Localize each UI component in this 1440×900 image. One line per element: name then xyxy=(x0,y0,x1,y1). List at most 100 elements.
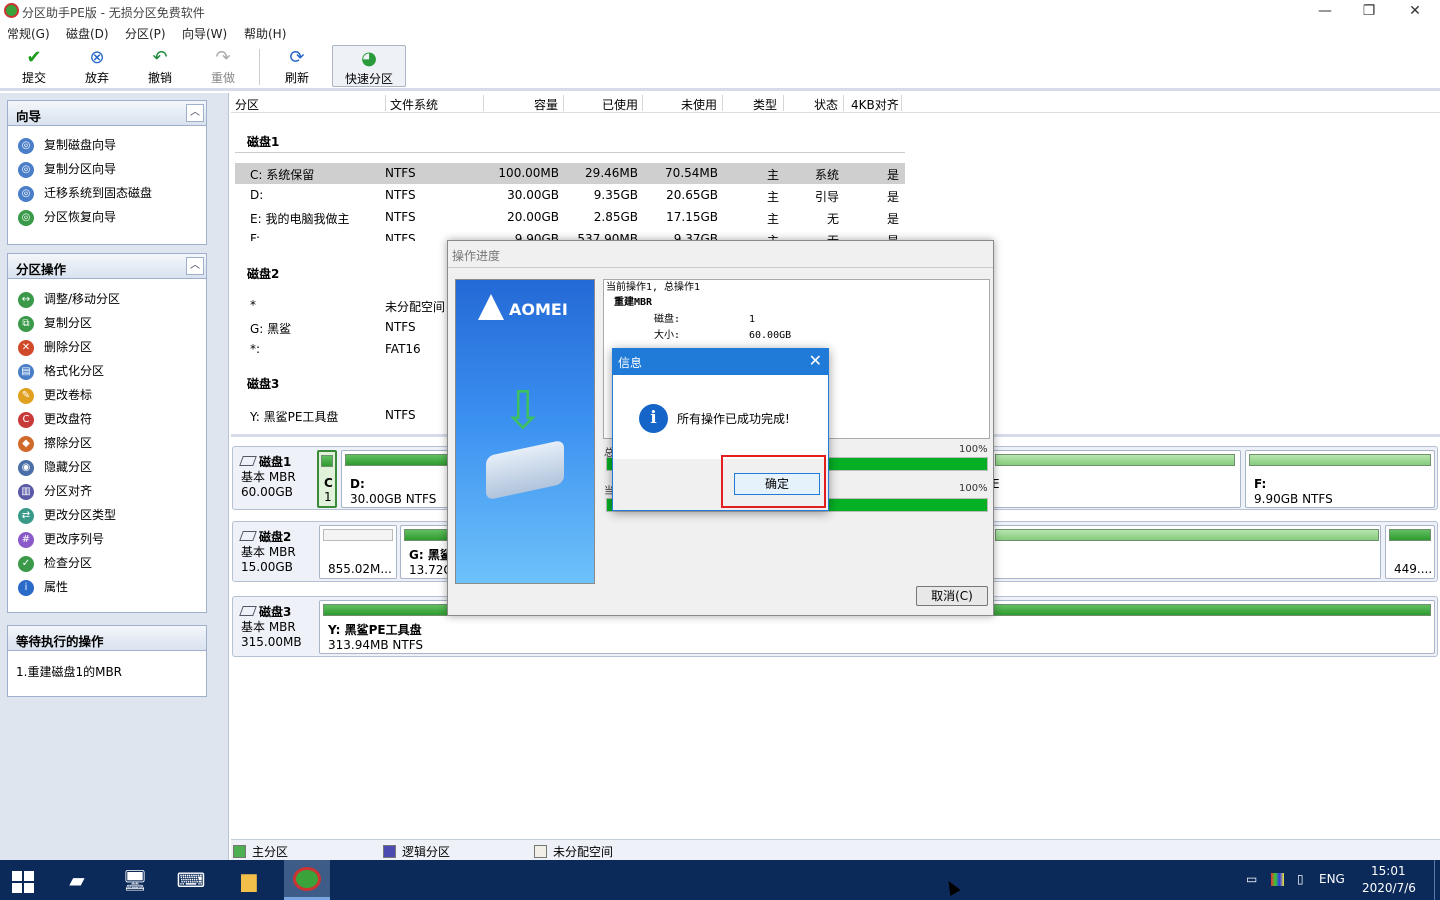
submit-button[interactable]: ✔ 提交 xyxy=(5,45,63,87)
cell-partition: E: 我的电脑我做主 xyxy=(250,212,350,226)
partition-e-block[interactable]: E xyxy=(991,450,1241,508)
op-format[interactable]: ▤ 格式化分区 xyxy=(18,360,104,382)
taskbar-computer-icon[interactable]: 🖥 xyxy=(112,862,158,898)
partition-c-block[interactable]: C 1 xyxy=(317,450,337,508)
info-title: 信息 xyxy=(618,356,643,370)
cell-4k: 是 xyxy=(887,212,900,226)
table-row[interactable]: C: 系统保留 NTFS 100.00MB 29.46MB 70.54MB 主 … xyxy=(235,163,905,184)
op-wipe[interactable]: ◆ 擦除分区 xyxy=(18,432,92,454)
language-indicator[interactable]: ENG xyxy=(1319,872,1345,886)
wizard-collapse-button[interactable]: ︿ xyxy=(186,104,204,122)
menu-general[interactable]: 常规(G) xyxy=(7,25,50,42)
cell-type: 主 xyxy=(767,168,780,182)
col-unused[interactable]: 未使用 xyxy=(681,96,717,113)
wizard-copy-partition[interactable]: ◎ 复制分区向导 xyxy=(18,158,116,180)
table-row[interactable]: D: NTFS 30.00GB 9.35GB 20.65GB 主 引导 是 xyxy=(235,185,905,206)
restore-button[interactable]: ❐ xyxy=(1346,0,1392,22)
legend-primary: 主分区 xyxy=(233,843,288,860)
op-delete[interactable]: ✕ 删除分区 xyxy=(18,336,92,358)
cell-filesystem: NTFS xyxy=(385,166,416,180)
minimize-button[interactable]: — xyxy=(1302,0,1348,22)
aomei-logo-icon xyxy=(478,294,504,320)
redo-button[interactable]: ↷ 重做 xyxy=(194,45,252,87)
taskbar-keyboard-icon[interactable]: ⌨ xyxy=(168,862,214,898)
disk1-separator xyxy=(235,152,905,153)
menu-disk[interactable]: 磁盘(D) xyxy=(66,25,109,42)
op-drive-letter[interactable]: C 更改盘符 xyxy=(18,408,92,430)
col-used[interactable]: 已使用 xyxy=(602,96,638,113)
op-label[interactable]: ✎ 更改卷标 xyxy=(18,384,92,406)
refresh-icon: ⟳ xyxy=(289,47,305,68)
pending-item[interactable]: 1.重建磁盘1的MBR xyxy=(16,663,122,680)
op-serial[interactable]: # 更改序列号 xyxy=(18,528,104,550)
cell-filesystem: NTFS xyxy=(385,210,416,224)
col-partition[interactable]: 分区 xyxy=(235,96,259,113)
col-status[interactable]: 状态 xyxy=(814,96,838,113)
format-icon: ▤ xyxy=(18,363,34,380)
unallocated-block[interactable]: 855.02M... xyxy=(319,525,397,579)
menu-wizard[interactable]: 向导(W) xyxy=(182,25,227,42)
refresh-button[interactable]: ⟳ 刷新 xyxy=(268,45,326,87)
op-resize-move[interactable]: ↔ 调整/移动分区 xyxy=(18,288,120,310)
partition-g-block[interactable]: G: 黑鲨 13.72G xyxy=(400,525,453,579)
usb-icon[interactable]: ▯ xyxy=(1297,872,1304,886)
table-row[interactable]: E: 我的电脑我做主 NTFS 20.00GB 2.85GB 17.15GB 主… xyxy=(235,207,905,228)
partition-c-letter: C xyxy=(324,476,333,490)
legend-bar: 主分区 逻辑分区 未分配空间 xyxy=(231,839,1440,860)
clock-date[interactable]: 2020/7/6 xyxy=(1362,881,1416,895)
wizard-recover[interactable]: ◎ 分区恢复向导 xyxy=(18,206,116,228)
color-app-tray-icon[interactable] xyxy=(1271,873,1284,886)
quick-partition-button[interactable]: ◕ 快速分区 xyxy=(332,45,406,87)
taskbar-folder-icon[interactable]: ▆ xyxy=(226,862,272,898)
op-hide[interactable]: ◉ 隐藏分区 xyxy=(18,456,92,478)
close-button[interactable]: ✕ xyxy=(1392,0,1438,22)
show-desktop-button[interactable] xyxy=(1434,860,1440,900)
cell-filesystem: NTFS xyxy=(385,320,416,334)
partition-y-text: Y: 黑鲨PE工具盘 313.94MB NTFS xyxy=(328,623,423,653)
partition-f-block[interactable]: F: 9.90GB NTFS xyxy=(1245,450,1435,508)
op-change-type[interactable]: ⇄ 更改分区类型 xyxy=(18,504,116,526)
partition-g-block-right[interactable] xyxy=(991,525,1381,579)
partition-d-size: 30.00GB NTFS xyxy=(350,492,437,506)
info-close-button[interactable]: ✕ xyxy=(809,351,822,370)
start-button[interactable] xyxy=(0,862,46,898)
col-separator xyxy=(901,95,902,111)
cell-used: 29.46MB xyxy=(585,166,638,180)
wizard-migrate-ssd[interactable]: ◎ 迁移系统到固态磁盘 xyxy=(18,182,152,204)
wizard-item-label: 复制分区向导 xyxy=(44,162,117,176)
clock-time[interactable]: 15:01 xyxy=(1371,864,1406,878)
log-size-key: 大小: xyxy=(654,330,681,341)
network-icon[interactable]: ▭ xyxy=(1246,872,1257,886)
undo-button[interactable]: ↶ 撤销 xyxy=(131,45,189,87)
discard-button[interactable]: ⊗ 放弃 xyxy=(68,45,126,87)
col-filesystem[interactable]: 文件系统 xyxy=(390,96,438,113)
disk2-label: 磁盘2 xyxy=(247,267,280,281)
disk2-info: 磁盘2 基本 MBR 15.00GB xyxy=(239,530,296,575)
left-pane: 向导 ︿ ◎ 复制磁盘向导 ◎ 复制分区向导 ◎ 迁移系统到固态磁盘 ◎ 分区恢复向导 … xyxy=(0,93,229,860)
cell-unused: 17.15GB xyxy=(666,210,718,224)
progress-dialog-title: 操作进度 xyxy=(452,249,501,263)
cell-type: 主 xyxy=(767,190,780,204)
cancel-button[interactable]: 取消(C) xyxy=(916,586,988,606)
op-check[interactable]: ✓ 检查分区 xyxy=(18,552,92,574)
col-separator xyxy=(563,95,564,111)
ops-panel-title: 分区操作 xyxy=(8,254,206,279)
op-align[interactable]: ▥ 分区对齐 xyxy=(18,480,92,502)
partition-last-block[interactable]: 449.... xyxy=(1385,525,1435,579)
aomei-brand: AOMEI xyxy=(509,300,568,319)
wizard-copy-disk[interactable]: ◎ 复制磁盘向导 xyxy=(18,134,116,156)
op-properties[interactable]: i 属性 xyxy=(18,576,68,598)
undo-label: 撤销 xyxy=(147,71,172,85)
quick-partition-icon: ◕ xyxy=(361,48,377,69)
menu-partition[interactable]: 分区(P) xyxy=(125,25,166,42)
taskbar-drive-icon[interactable]: ▰ xyxy=(54,862,100,898)
op-copy[interactable]: ⧉ 复制分区 xyxy=(18,312,92,334)
taskbar-partition-assistant[interactable] xyxy=(284,860,330,900)
redo-label: 重做 xyxy=(210,71,235,85)
ops-panel: 分区操作 ︿ ↔ 调整/移动分区 ⧉ 复制分区 ✕ 删除分区 ▤ 格式化分区 ✎ 更改卷标… xyxy=(7,253,207,613)
col-type[interactable]: 类型 xyxy=(753,96,777,113)
ops-collapse-button[interactable]: ︿ xyxy=(186,257,204,275)
menu-help[interactable]: 帮助(H) xyxy=(244,25,286,42)
col-4k[interactable]: 4KB对齐 xyxy=(851,96,899,113)
col-capacity[interactable]: 容量 xyxy=(534,96,558,113)
